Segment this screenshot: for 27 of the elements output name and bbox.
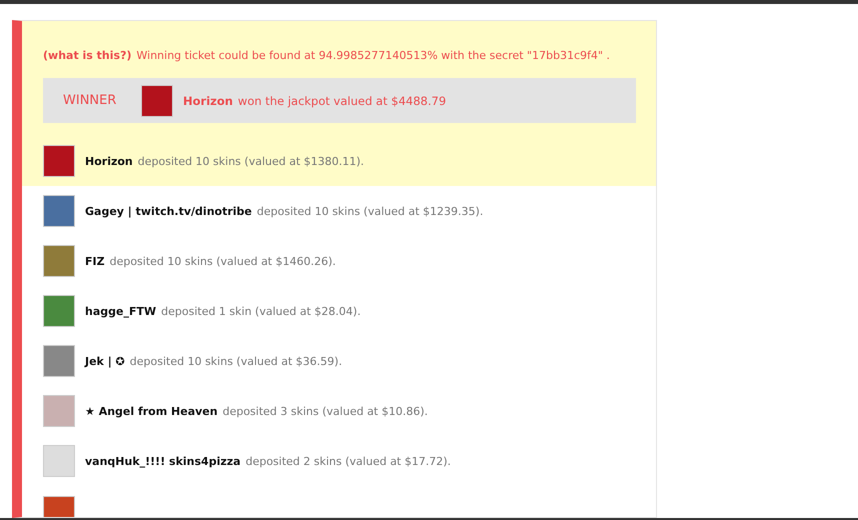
- avatar-placeholder: [43, 295, 75, 327]
- winner-label: WINNER: [63, 93, 118, 108]
- verification-text: Winning ticket could be found at 94.9985277140513% with the secret "17bb31c9f4" .: [136, 49, 610, 63]
- avatar-placeholder: [43, 445, 75, 477]
- player-name: Horizon: [85, 154, 133, 168]
- avatar-placeholder: [43, 195, 75, 227]
- deposit-text: deposited 3 skins (valued at $10.86).: [222, 404, 428, 418]
- avatar-placeholder: [43, 345, 75, 377]
- winner-text: won the jackpot valued at $4488.79: [238, 94, 446, 108]
- player-name: Gagey | twitch.tv/dinotribe: [85, 204, 252, 218]
- deposit-text: deposited 10 skins (valued at $36.59).: [130, 354, 342, 368]
- avatar-placeholder: [43, 145, 75, 177]
- avatar-placeholder: [43, 245, 75, 277]
- winner-name: Horizon: [183, 94, 233, 108]
- avatar-placeholder: [43, 395, 75, 427]
- player-name: hagge_FTW: [85, 304, 156, 318]
- deposit-text: deposited 2 skins (valued at $17.72).: [246, 454, 451, 468]
- what-is-this-link[interactable]: (what is this?): [43, 49, 132, 63]
- player-name: ★ Angel from Heaven: [85, 404, 218, 418]
- deposit-text: deposited 10 skins (valued at $1239.35).: [256, 204, 484, 218]
- deposit-text: deposited 1 skin (valued at $28.04).: [161, 304, 361, 318]
- player-name: vanqHuk_!!!! skins4pizza: [85, 454, 241, 468]
- player-name: Jek | ✪: [85, 354, 125, 368]
- avatar-placeholder: [141, 84, 173, 116]
- deposit-text: deposited 10 skins (valued at $1380.11).: [138, 154, 364, 168]
- player-name: FIZ: [85, 254, 105, 268]
- deposit-text: deposited 10 skins (valued at $1460.26).: [110, 254, 336, 268]
